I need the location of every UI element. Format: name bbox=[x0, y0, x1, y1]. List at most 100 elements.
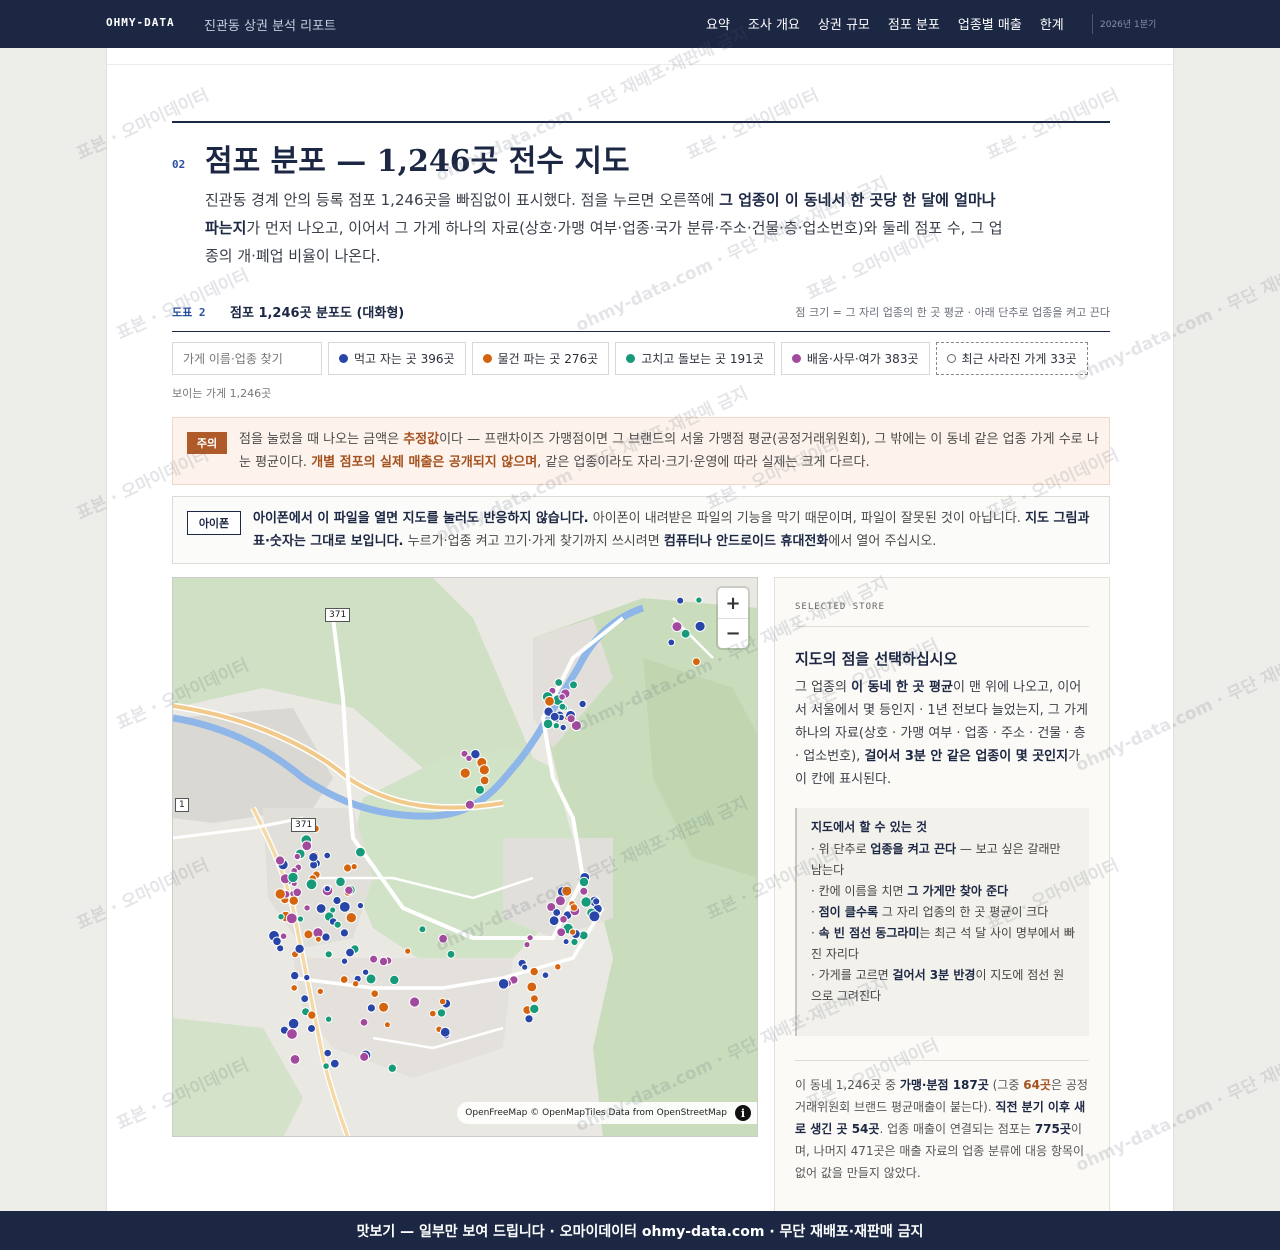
store-dot[interactable] bbox=[529, 1003, 540, 1015]
store-dot[interactable] bbox=[549, 711, 560, 722]
filter-retail[interactable]: 물건 파는 곳 276곳 bbox=[471, 342, 610, 375]
store-dot[interactable] bbox=[667, 638, 676, 647]
info-icon[interactable]: i bbox=[735, 1105, 751, 1121]
store-dot[interactable] bbox=[478, 764, 490, 776]
store-dot[interactable] bbox=[438, 933, 449, 944]
store-dot[interactable] bbox=[359, 1018, 369, 1027]
store-dot[interactable] bbox=[548, 915, 560, 927]
store-dot[interactable] bbox=[345, 912, 358, 924]
store-dot[interactable] bbox=[389, 974, 400, 986]
store-dot[interactable] bbox=[307, 1010, 317, 1020]
store-dot[interactable] bbox=[329, 1058, 340, 1069]
store-dot[interactable] bbox=[308, 852, 319, 863]
store-dot[interactable] bbox=[579, 886, 589, 896]
store-dot[interactable] bbox=[523, 941, 531, 949]
store-dot[interactable] bbox=[343, 863, 353, 873]
store-dot[interactable] bbox=[293, 852, 302, 861]
store-dot[interactable] bbox=[323, 884, 332, 893]
store-dot[interactable] bbox=[338, 901, 351, 913]
store-dot[interactable] bbox=[526, 981, 538, 993]
store-dot[interactable] bbox=[290, 984, 298, 992]
store-dot[interactable] bbox=[314, 935, 322, 943]
store-dot[interactable] bbox=[305, 878, 318, 891]
store-dot[interactable] bbox=[561, 885, 573, 897]
store-dot[interactable] bbox=[383, 1021, 391, 1029]
store-dot[interactable] bbox=[521, 963, 529, 971]
store-dot[interactable] bbox=[332, 895, 342, 906]
store-dot[interactable] bbox=[566, 714, 576, 724]
store-dot[interactable] bbox=[439, 1026, 451, 1038]
store-dot[interactable] bbox=[324, 1015, 333, 1023]
nav-sales-by-type[interactable]: 업종별 매출 bbox=[958, 14, 1022, 33]
store-dot[interactable] bbox=[552, 908, 562, 917]
store-dot[interactable] bbox=[438, 997, 447, 1006]
store-dot[interactable] bbox=[558, 693, 566, 701]
filter-edu-office-leisure[interactable]: 배움·사무·여가 383곳 bbox=[780, 342, 930, 375]
store-dot[interactable] bbox=[570, 937, 579, 947]
store-dot[interactable] bbox=[339, 975, 349, 984]
store-dot[interactable] bbox=[279, 932, 288, 941]
store-dot[interactable] bbox=[323, 851, 332, 860]
store-dot[interactable] bbox=[274, 855, 286, 866]
store-dot[interactable] bbox=[329, 906, 337, 914]
store-search-input[interactable] bbox=[172, 342, 322, 375]
store-dot[interactable] bbox=[559, 723, 567, 732]
store-dot[interactable] bbox=[558, 702, 567, 711]
store-dot[interactable] bbox=[497, 978, 510, 990]
store-dot[interactable] bbox=[459, 767, 471, 779]
store-dot[interactable] bbox=[307, 1024, 316, 1033]
nav-limits[interactable]: 한계 bbox=[1040, 14, 1064, 33]
store-dot[interactable] bbox=[556, 927, 567, 938]
store-dot[interactable] bbox=[322, 1062, 330, 1070]
store-dot[interactable] bbox=[418, 925, 427, 934]
store-dot[interactable] bbox=[274, 888, 286, 900]
store-dot[interactable] bbox=[315, 903, 327, 914]
store-dot[interactable] bbox=[552, 722, 560, 730]
store-dot[interactable] bbox=[588, 910, 601, 923]
zoom-in-button[interactable]: + bbox=[718, 588, 748, 618]
store-dot[interactable] bbox=[323, 1048, 332, 1058]
store-dot[interactable] bbox=[568, 928, 577, 936]
store-dot[interactable] bbox=[370, 989, 379, 999]
store-dot[interactable] bbox=[676, 596, 685, 605]
store-dot[interactable] bbox=[530, 994, 539, 1004]
store-dot[interactable] bbox=[355, 846, 366, 858]
store-dot[interactable] bbox=[286, 1028, 298, 1040]
store-dot[interactable] bbox=[529, 966, 539, 977]
nav-market-size[interactable]: 상권 규모 bbox=[818, 14, 870, 33]
store-dot[interactable] bbox=[285, 912, 298, 925]
store-dot[interactable] bbox=[680, 628, 691, 639]
store-dot[interactable] bbox=[526, 934, 534, 942]
store-dot[interactable] bbox=[695, 596, 703, 604]
store-dot[interactable] bbox=[335, 876, 346, 888]
store-dot[interactable] bbox=[339, 928, 349, 938]
filter-food-lodging[interactable]: 먹고 자는 곳 396곳 bbox=[328, 342, 466, 375]
store-dot[interactable] bbox=[544, 695, 555, 707]
filter-closed-stores[interactable]: 최근 사라진 가게 33곳 bbox=[935, 342, 1088, 375]
store-dot[interactable] bbox=[333, 920, 342, 929]
store-dot[interactable] bbox=[562, 938, 570, 946]
store-dot[interactable] bbox=[365, 973, 377, 985]
store-dot[interactable] bbox=[366, 1003, 376, 1013]
store-dot[interactable] bbox=[554, 963, 562, 971]
store-dot[interactable] bbox=[446, 949, 456, 959]
store-dot[interactable] bbox=[465, 754, 473, 763]
nav-summary[interactable]: 요약 bbox=[706, 14, 730, 33]
store-dot[interactable] bbox=[559, 915, 568, 924]
store-dot[interactable] bbox=[479, 775, 490, 786]
store-dot[interactable] bbox=[294, 943, 305, 954]
store-dot[interactable] bbox=[324, 950, 333, 959]
store-dot[interactable] bbox=[350, 863, 358, 871]
store-dot[interactable] bbox=[404, 947, 412, 955]
store-dot[interactable] bbox=[301, 840, 313, 852]
nav-store-distribution[interactable]: 점포 분포 bbox=[888, 14, 940, 33]
store-dot[interactable] bbox=[554, 678, 564, 687]
store-dot[interactable] bbox=[541, 971, 550, 980]
store-dot[interactable] bbox=[356, 901, 365, 910]
zoom-out-button[interactable]: − bbox=[718, 618, 748, 648]
store-dot[interactable] bbox=[300, 994, 310, 1004]
store-dot[interactable] bbox=[578, 930, 589, 941]
store-map[interactable]: 371 371 1 + − OpenFreeMap © OpenMapTiles… bbox=[172, 577, 758, 1137]
store-dot[interactable] bbox=[351, 980, 360, 988]
store-dot[interactable] bbox=[474, 784, 485, 795]
